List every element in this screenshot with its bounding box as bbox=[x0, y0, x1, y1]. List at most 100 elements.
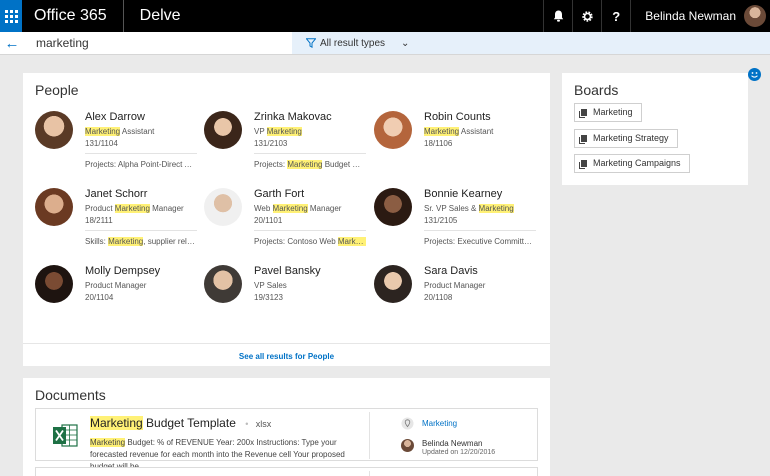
boards-panel: Boards Marketing Marketing Strategy Mark… bbox=[562, 73, 748, 185]
person-name[interactable]: Alex Darrow bbox=[85, 111, 145, 123]
documents-panel: Documents Marketing Budget Template • xl… bbox=[23, 378, 550, 476]
person-job-title: Sr. VP Sales & Marketing bbox=[424, 204, 514, 213]
title-highlight: Marketing bbox=[90, 416, 143, 430]
person-avatar[interactable] bbox=[374, 265, 412, 303]
document-card[interactable] bbox=[35, 467, 538, 476]
title-text: Sr. VP Sales & bbox=[424, 204, 479, 213]
extra-highlight: Marketing bbox=[108, 237, 144, 246]
person-office: 19/3123 bbox=[254, 293, 283, 302]
title-highlight: Marketing bbox=[272, 204, 308, 213]
title-text: VP bbox=[254, 127, 267, 136]
documents-title: Documents bbox=[35, 387, 106, 403]
user-name[interactable]: Belinda Newman bbox=[630, 0, 736, 32]
app-launcher-button[interactable] bbox=[0, 0, 22, 32]
person-avatar[interactable] bbox=[204, 265, 242, 303]
board-icon bbox=[581, 109, 587, 116]
person-card[interactable]: Garth Fort Web Marketing Manager 20/1101 Pr… bbox=[204, 188, 374, 258]
person-job-title: VP Sales bbox=[254, 281, 287, 290]
title-text: Assistant bbox=[459, 127, 494, 136]
board-icon bbox=[581, 160, 587, 167]
person-name[interactable]: Garth Fort bbox=[254, 188, 304, 200]
title-text: Product bbox=[85, 204, 115, 213]
person-card[interactable]: Alex Darrow Marketing Assistant 131/1104 Pr… bbox=[35, 111, 205, 181]
gear-icon bbox=[582, 10, 593, 22]
person-name[interactable]: Molly Dempsey bbox=[85, 265, 160, 277]
notifications-button[interactable] bbox=[543, 0, 572, 32]
settings-button[interactable] bbox=[572, 0, 601, 32]
person-avatar[interactable] bbox=[204, 188, 242, 226]
person-name[interactable]: Pavel Bansky bbox=[254, 265, 321, 277]
person-office: 131/1104 bbox=[85, 139, 118, 148]
person-name[interactable]: Zrinka Makovac bbox=[254, 111, 332, 123]
filter-label: All result types bbox=[320, 37, 386, 49]
person-name[interactable]: Bonnie Kearney bbox=[424, 188, 502, 200]
person-card[interactable]: Bonnie Kearney Sr. VP Sales & Marketing 13… bbox=[374, 188, 544, 258]
person-name[interactable]: Janet Schorr bbox=[85, 188, 147, 200]
person-avatar[interactable] bbox=[204, 111, 242, 149]
title-text: Manager bbox=[307, 204, 342, 213]
title-highlight: Marketing bbox=[478, 204, 514, 213]
feedback-smiley-icon[interactable] bbox=[748, 68, 761, 81]
person-office: 20/1108 bbox=[424, 293, 453, 302]
board-marketing[interactable]: Marketing bbox=[574, 103, 642, 122]
person-avatar[interactable] bbox=[35, 188, 73, 226]
person-card[interactable]: Zrinka Makovac VP Marketing 131/2103 Projec… bbox=[204, 111, 374, 181]
extra-text: Budget Rev... bbox=[324, 160, 366, 169]
divider bbox=[369, 471, 370, 476]
person-card[interactable]: Pavel Bansky VP Sales 19/3123 bbox=[204, 265, 374, 335]
board-label: Marketing Strategy bbox=[593, 133, 669, 143]
extra-text: Skills: bbox=[85, 237, 109, 246]
title-text: Manager bbox=[149, 204, 184, 213]
person-card[interactable]: Janet Schorr Product Marketing Manager 18/… bbox=[35, 188, 205, 258]
board-marketing-campaigns[interactable]: Marketing Campaigns bbox=[574, 154, 690, 173]
result-type-filter[interactable]: All result types ⌄ bbox=[292, 32, 770, 54]
person-name[interactable]: Sara Davis bbox=[424, 265, 478, 277]
document-title[interactable]: Marketing Budget Template • xlsx bbox=[90, 416, 271, 430]
person-card[interactable]: Sara Davis Product Manager 20/1108 bbox=[374, 265, 544, 335]
person-extra-info: Projects: Contoso Web Marketi... bbox=[254, 230, 366, 246]
person-avatar[interactable] bbox=[35, 265, 73, 303]
document-card[interactable]: Marketing Budget Template • xlsx Marketi… bbox=[35, 408, 538, 471]
person-avatar[interactable] bbox=[374, 188, 412, 226]
person-office: 131/2105 bbox=[424, 216, 458, 225]
person-extra-info: Projects: Marketing Budget Rev... bbox=[254, 153, 366, 169]
extra-text: Projects: Alpha Point-Direct Ap... bbox=[85, 160, 197, 169]
person-card[interactable]: Robin Counts Marketing Assistant 18/1106 bbox=[374, 111, 544, 181]
title-text: VP Sales bbox=[254, 281, 287, 290]
person-job-title: Product Manager bbox=[424, 281, 485, 290]
person-avatar[interactable] bbox=[374, 111, 412, 149]
title-text: Product Manager bbox=[424, 281, 486, 290]
person-extra-info: Projects: Alpha Point-Direct Ap... bbox=[85, 153, 197, 169]
excel-icon bbox=[53, 424, 78, 447]
person-job-title: Marketing Assistant bbox=[424, 127, 493, 136]
person-office: 20/1104 bbox=[85, 293, 114, 302]
document-author[interactable]: Belinda Newman bbox=[422, 439, 482, 448]
suite-title[interactable]: Office 365 bbox=[34, 7, 107, 25]
back-arrow-icon[interactable]: ← bbox=[2, 35, 22, 52]
chevron-down-icon[interactable]: ⌄ bbox=[401, 38, 409, 49]
person-avatar[interactable] bbox=[35, 111, 73, 149]
extra-text: , supplier relationship... bbox=[143, 237, 197, 246]
person-office: 18/1106 bbox=[424, 139, 453, 148]
extra-text: Projects: bbox=[254, 160, 288, 169]
see-all-people-link[interactable]: See all results for People bbox=[23, 343, 550, 361]
app-title[interactable]: Delve bbox=[122, 0, 181, 32]
board-label: Marketing bbox=[593, 107, 633, 117]
document-board-link[interactable]: Marketing bbox=[422, 419, 457, 428]
separator-dot: • bbox=[245, 419, 249, 429]
help-button[interactable]: ? bbox=[601, 0, 630, 32]
person-office: 20/1101 bbox=[254, 216, 283, 225]
person-office: 131/2103 bbox=[254, 139, 288, 148]
search-input[interactable] bbox=[36, 36, 286, 50]
extra-highlight: Marketing bbox=[287, 160, 323, 169]
title-rest: Budget Template bbox=[142, 416, 236, 430]
boards-title: Boards bbox=[574, 82, 619, 98]
board-marketing-strategy[interactable]: Marketing Strategy bbox=[574, 129, 678, 148]
user-avatar[interactable] bbox=[744, 5, 766, 27]
title-text: Product Manager bbox=[85, 281, 147, 290]
person-name[interactable]: Robin Counts bbox=[424, 111, 491, 123]
document-extension: xlsx bbox=[255, 419, 272, 429]
person-job-title: Marketing Assistant bbox=[85, 127, 154, 136]
snippet-highlight: Marketing bbox=[90, 438, 126, 447]
person-card[interactable]: Molly Dempsey Product Manager 20/1104 bbox=[35, 265, 205, 335]
